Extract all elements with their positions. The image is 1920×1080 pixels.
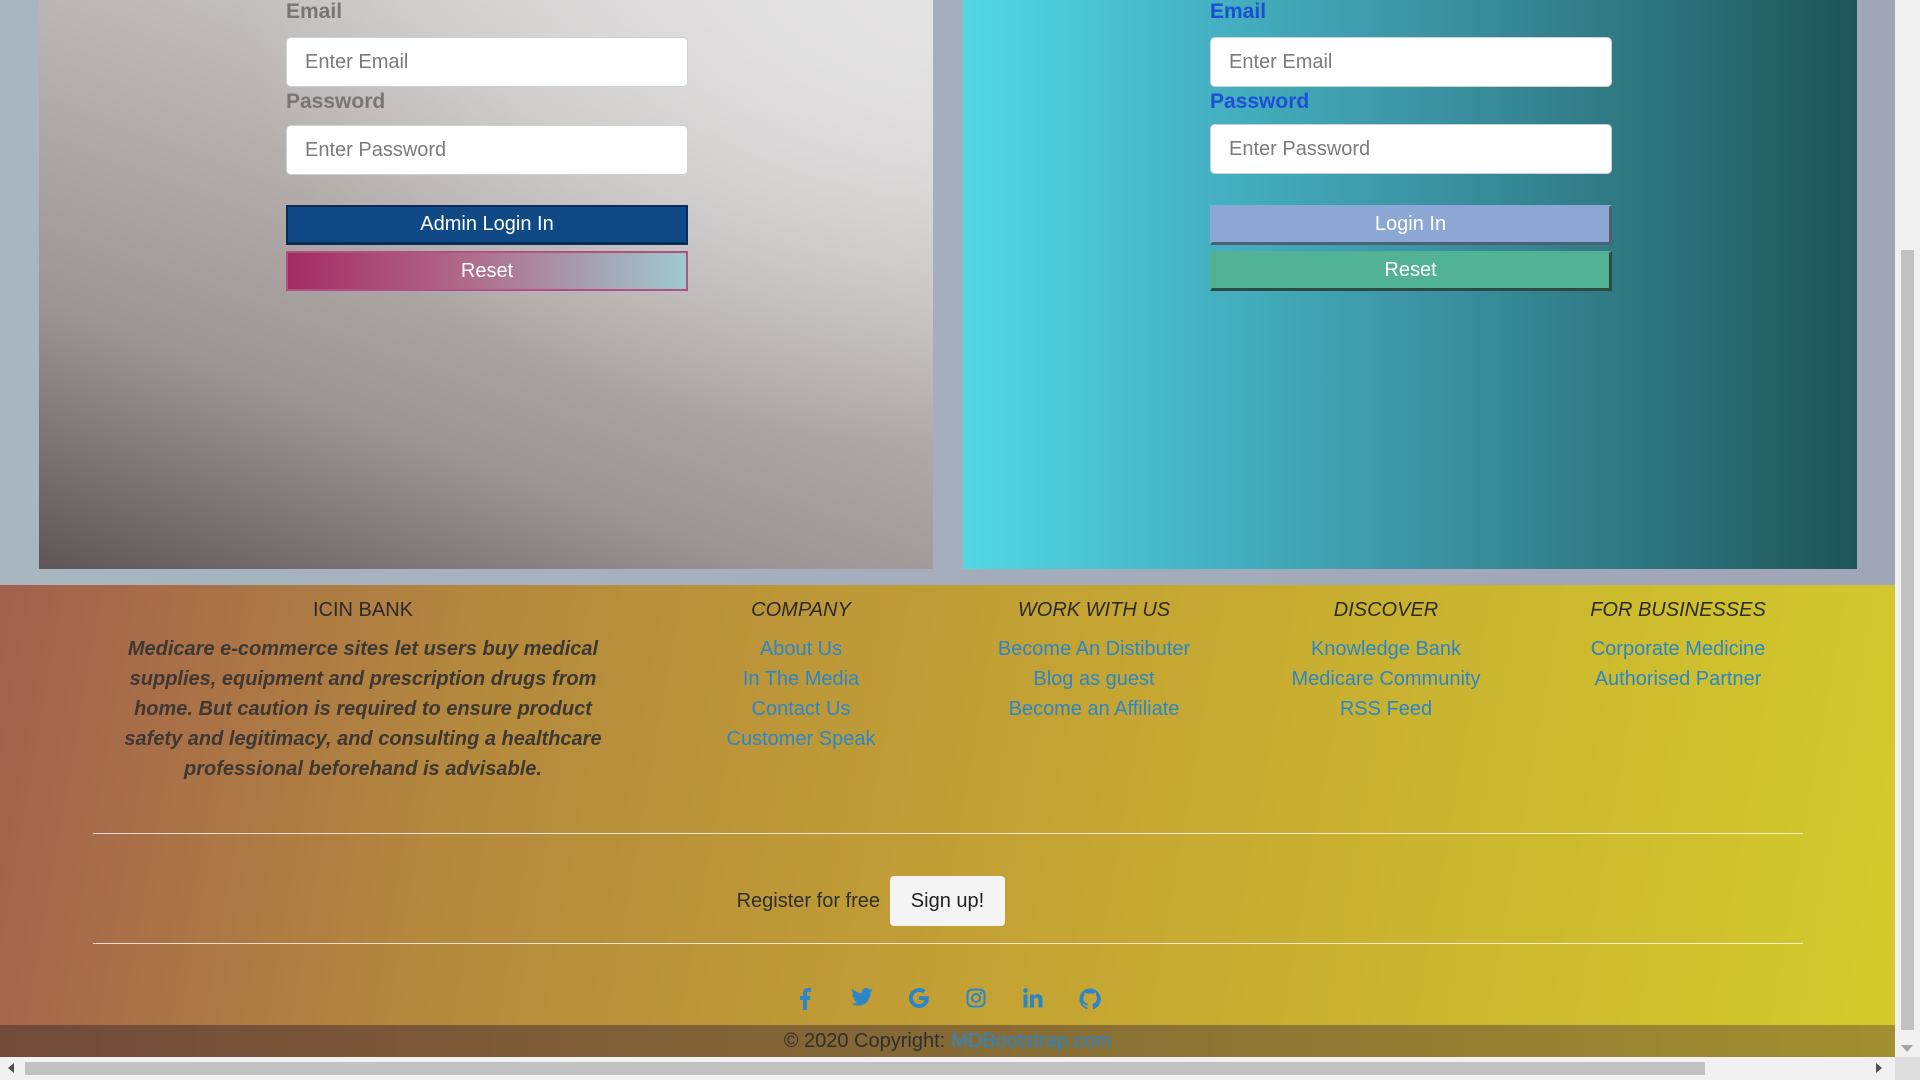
footer-link-customer-speak[interactable]: Customer Speak — [656, 724, 946, 754]
signup-button[interactable]: Sign up! — [890, 876, 1005, 926]
admin-login-button[interactable]: Admin Login In — [286, 205, 688, 245]
copyright-text: © 2020 Copyright: — [783, 1029, 946, 1052]
user-login-button[interactable]: Login In — [1210, 205, 1612, 245]
user-reset-button[interactable]: Reset — [1210, 251, 1612, 291]
user-email-label: Email — [1210, 0, 1267, 23]
horizontal-scrollbar-thumb[interactable] — [25, 1062, 1705, 1075]
scroll-left-arrow-icon[interactable] — [8, 1063, 14, 1073]
instagram-icon[interactable] — [948, 988, 1005, 1010]
footer-link-about-us[interactable]: About Us — [656, 634, 946, 664]
scrollbar-corner — [1895, 1057, 1920, 1080]
footer-link-become-distibuter[interactable]: Become An Distibuter — [949, 634, 1239, 664]
admin-reset-button[interactable]: Reset — [286, 251, 688, 291]
footer-column-title: COMPANY — [751, 599, 851, 621]
vertical-scrollbar-thumb[interactable] — [1901, 250, 1914, 1030]
user-password-label: Password — [1210, 90, 1310, 113]
social-icons-row — [0, 988, 1895, 1010]
register-text: Register for free — [736, 889, 880, 912]
footer-brand-title: ICIN BANK — [312, 599, 414, 621]
facebook-icon[interactable] — [777, 988, 834, 1010]
footer-link-corporate-medicine[interactable]: Corporate Medicine — [1533, 634, 1823, 664]
register-section: Register for free Sign up! — [0, 876, 1895, 926]
scroll-right-arrow-icon[interactable] — [1876, 1063, 1882, 1073]
footer-link-authorised-partner[interactable]: Authorised Partner — [1533, 664, 1823, 694]
footer-link-knowledge-bank[interactable]: Knowledge Bank — [1241, 634, 1531, 664]
footer-column-title: DISCOVER — [1333, 599, 1439, 621]
footer-column-title: WORK WITH US — [1017, 599, 1171, 621]
footer-link-in-the-media[interactable]: In The Media — [656, 664, 946, 694]
scroll-down-arrow-icon[interactable] — [1901, 1045, 1913, 1052]
user-email-input[interactable] — [1210, 37, 1612, 87]
linkedin-icon[interactable] — [1005, 988, 1062, 1010]
footer-link-become-affiliate[interactable]: Become an Affiliate — [949, 694, 1239, 724]
site-footer: ICIN BANK Medicare e-commerce sites let … — [0, 585, 1895, 1025]
footer-brand-column: ICIN BANK Medicare e-commerce sites let … — [108, 585, 618, 784]
admin-password-label: Password — [286, 90, 386, 113]
footer-column-discover: DISCOVER Knowledge Bank Medicare Communi… — [1241, 585, 1531, 724]
footer-link-medicare-community[interactable]: Medicare Community — [1241, 664, 1531, 694]
footer-column-title: FOR BUSINESSES — [1590, 599, 1766, 621]
footer-divider — [93, 943, 1803, 944]
horizontal-scrollbar[interactable] — [0, 1057, 1920, 1080]
footer-divider — [93, 833, 1803, 834]
footer-link-blog-as-guest[interactable]: Blog as guest — [949, 664, 1239, 694]
user-password-input[interactable] — [1210, 124, 1612, 174]
footer-column-for-businesses: FOR BUSINESSES Corporate Medicine Author… — [1533, 585, 1823, 694]
github-icon[interactable] — [1062, 988, 1119, 1010]
vertical-scrollbar[interactable] — [1895, 0, 1920, 1057]
copyright-link[interactable]: MDBootstrap.com — [951, 1030, 1111, 1053]
admin-password-input[interactable] — [286, 125, 688, 175]
admin-email-input[interactable] — [286, 37, 688, 87]
footer-brand-description: Medicare e-commerce sites let users buy … — [124, 638, 602, 780]
admin-login-panel: Email Password Admin Login In Reset — [39, 0, 933, 569]
footer-column-company: COMPANY About Us In The Media Contact Us… — [656, 585, 946, 754]
admin-email-label: Email — [286, 0, 343, 23]
footer-link-contact-us[interactable]: Contact Us — [656, 694, 946, 724]
twitter-icon[interactable] — [834, 988, 891, 1010]
copyright-bar: © 2020 Copyright: MDBootstrap.com — [0, 1025, 1895, 1057]
user-login-panel: Email Password Login In Reset — [963, 0, 1857, 569]
google-icon[interactable] — [891, 988, 948, 1010]
footer-column-work-with-us: WORK WITH US Become An Distibuter Blog a… — [949, 585, 1239, 724]
footer-link-rss-feed[interactable]: RSS Feed — [1241, 694, 1531, 724]
